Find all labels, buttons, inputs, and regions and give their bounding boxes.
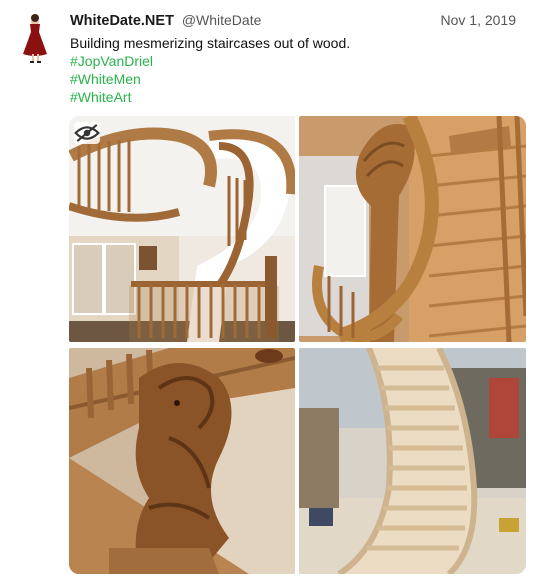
display-name[interactable]: WhiteDate.NET	[70, 13, 174, 29]
media-image-2[interactable]	[299, 116, 526, 342]
user-handle[interactable]: @WhiteDate	[182, 12, 262, 28]
tweet-text: Building mesmerizing staircases out of w…	[70, 35, 351, 51]
hide-media-button[interactable]	[74, 122, 100, 144]
media-image-3[interactable]	[69, 348, 295, 574]
hashtag-link[interactable]: #WhiteArt	[70, 88, 350, 106]
spiral-staircase-photo	[69, 116, 295, 342]
carved-newel-staircase-photo	[299, 116, 526, 342]
eye-slash-icon	[74, 124, 100, 142]
hashtag-link[interactable]: #JopVanDriel	[70, 52, 350, 70]
avatar[interactable]	[12, 10, 58, 66]
tweet-card: WhiteDate.NET @WhiteDate Nov 1, 2019 Bui…	[0, 0, 538, 583]
media-image-4[interactable]	[299, 348, 526, 574]
media-grid	[69, 116, 526, 574]
tweet-body: Building mesmerizing staircases out of w…	[70, 34, 350, 106]
tweet-date[interactable]: Nov 1, 2019	[441, 12, 517, 28]
horse-carving-staircase-photo	[69, 348, 295, 574]
workshop-staircase-photo	[299, 348, 526, 574]
hashtag-link[interactable]: #WhiteMen	[70, 70, 350, 88]
tweet-header: WhiteDate.NET @WhiteDate Nov 1, 2019	[70, 12, 528, 32]
avatar-woman-red-dress-icon	[23, 14, 47, 63]
media-image-1[interactable]	[69, 116, 295, 342]
